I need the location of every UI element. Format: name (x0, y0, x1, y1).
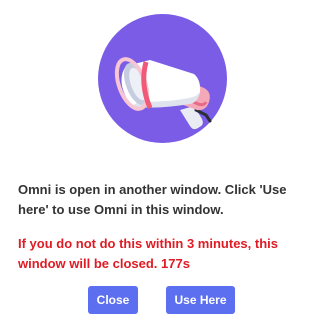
megaphone-illustration (98, 14, 227, 143)
use-here-button[interactable]: Use Here (166, 286, 235, 314)
megaphone-icon (98, 14, 227, 143)
omni-conflict-dialog: Omni is open in another window. Click 'U… (0, 0, 325, 331)
open-elsewhere-message: Omni is open in another window. Click 'U… (18, 182, 287, 217)
countdown-warning: If you do not do this within 3 minutes, … (18, 236, 278, 271)
close-button[interactable]: Close (88, 286, 138, 314)
